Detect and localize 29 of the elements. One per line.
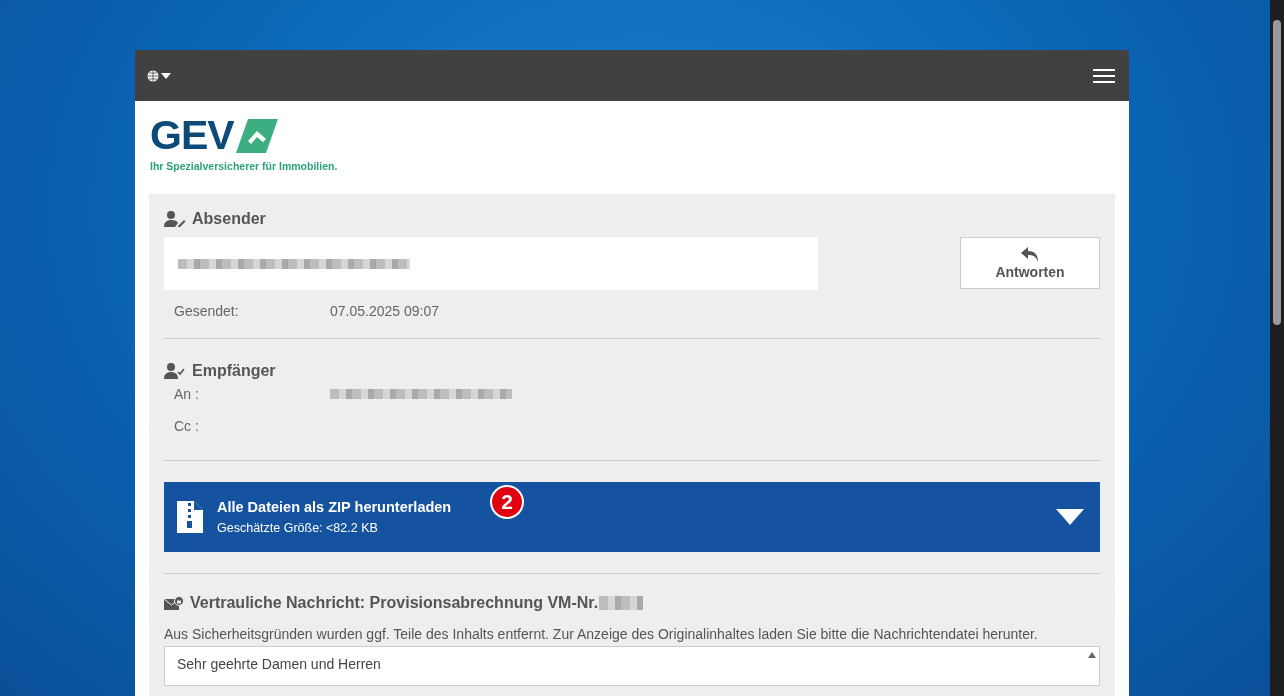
language-menu-button[interactable] — [147, 69, 171, 82]
reply-button[interactable]: Antworten — [960, 237, 1100, 289]
cc-label: Cc : — [174, 418, 200, 434]
download-title: Alle Dateien als ZIP herunterladen — [217, 499, 452, 515]
logo-wordmark: GEV — [150, 115, 234, 156]
redacted-text — [599, 596, 644, 610]
message-heading: Vertrauliche Nachricht: Provisionsabrechnung VM-Nr. — [190, 594, 599, 612]
lock-mail-icon — [164, 596, 184, 610]
download-zip-bar[interactable]: Alle Dateien als ZIP herunterladen Geschätzte Größe: <82.2 KB 2 — [164, 482, 1100, 552]
logo-tagline: Ihr Spezialversicherer für Immobilien. — [150, 160, 339, 172]
user-check-icon — [164, 363, 186, 379]
zip-file-icon — [177, 501, 203, 533]
step-badge: 2 — [490, 485, 524, 519]
logo-roof-icon — [235, 118, 278, 153]
to-label: An : — [174, 386, 200, 402]
section-heading: Empfänger — [192, 362, 276, 380]
sent-date: 07.05.2025 09:07 — [330, 303, 440, 319]
message-text: Sehr geehrte Damen und Herren — [177, 656, 381, 672]
globe-icon — [147, 69, 159, 82]
reply-icon — [1021, 246, 1039, 262]
download-size: Geschätzte Größe: <82.2 KB — [217, 521, 378, 535]
section-heading: Absender — [192, 210, 266, 228]
menu-button[interactable] — [1093, 68, 1115, 83]
scroll-up-icon — [1088, 652, 1096, 658]
scrollbar-thumb[interactable] — [1273, 20, 1281, 325]
user-edit-icon — [164, 211, 186, 227]
security-notice: Aus Sicherheitsgründen wurden ggf. Teile des Inhalts entfernt. Zur Anzeige des Originalinhaltes laden Sie bitte die Nachrichtendatei herunter. — [164, 626, 1039, 642]
caret-icon — [161, 72, 171, 79]
sent-label: Gesendet: — [174, 303, 240, 319]
